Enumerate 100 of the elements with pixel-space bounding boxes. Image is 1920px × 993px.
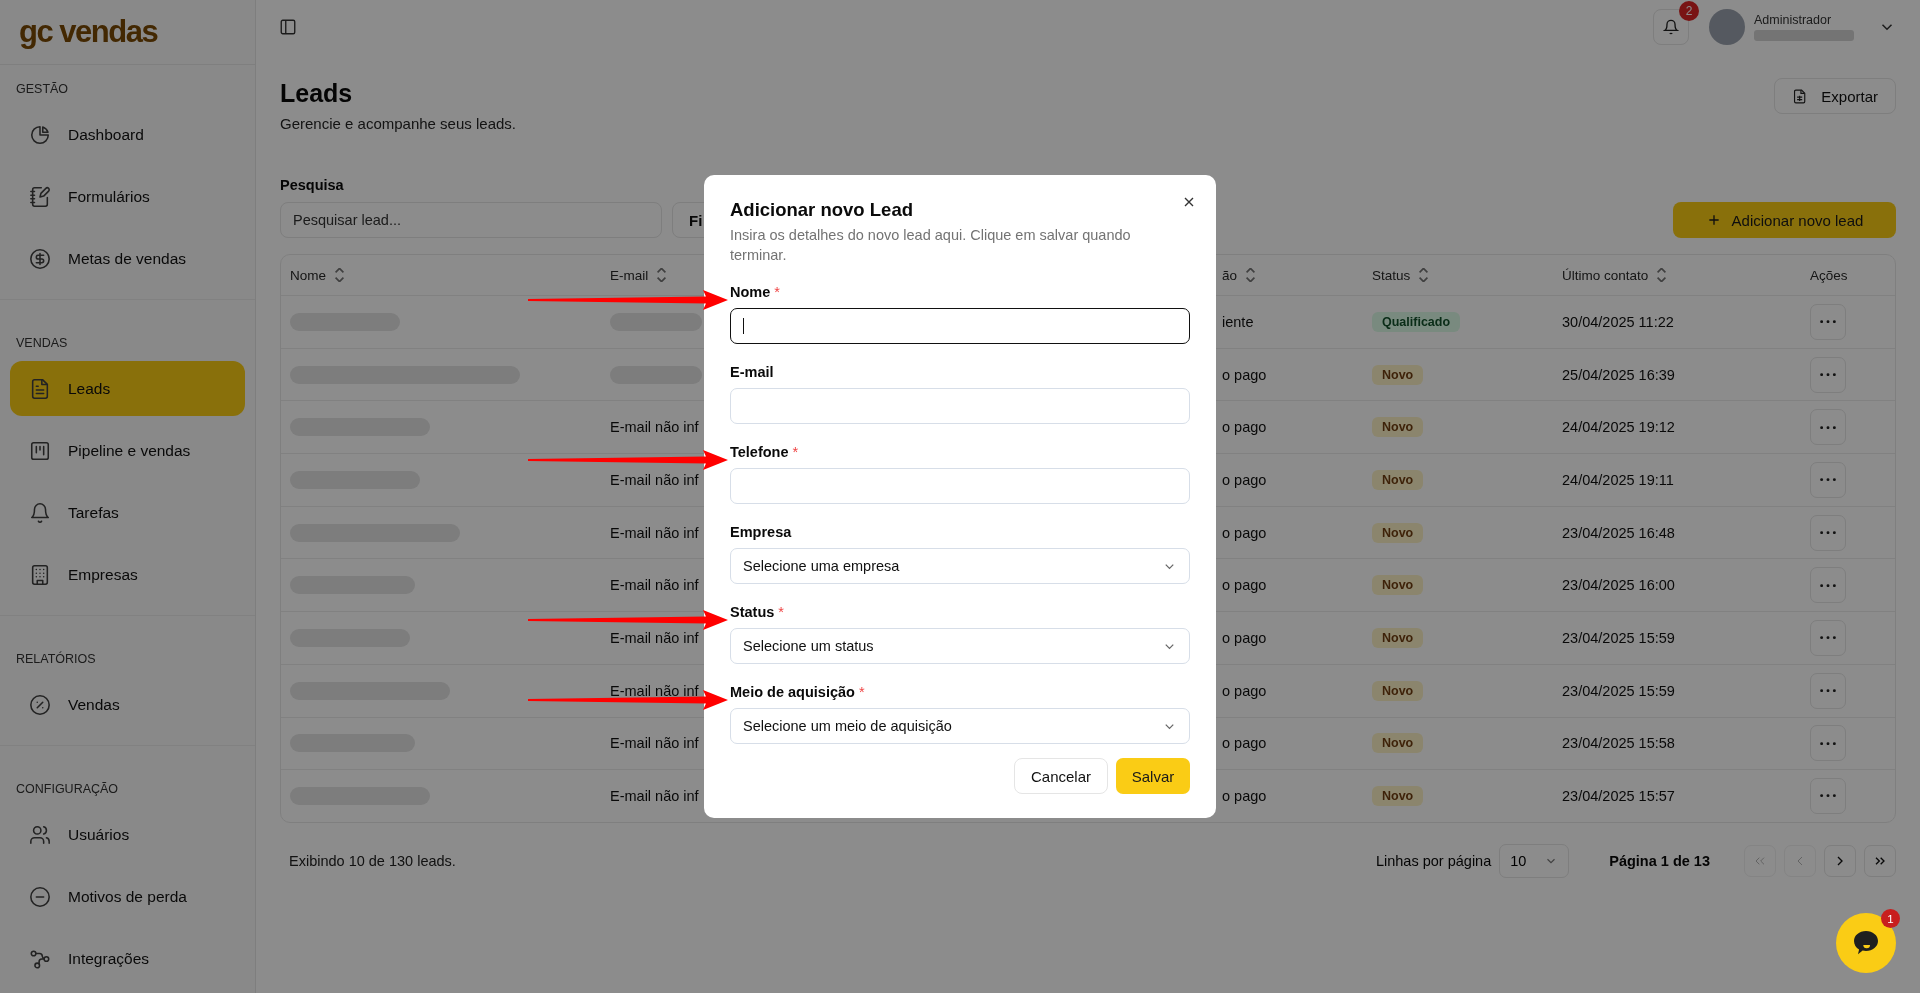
sort-icon	[1246, 268, 1256, 282]
field-label: Empresa	[730, 524, 792, 540]
document-icon	[29, 377, 51, 400]
row-actions-button[interactable]	[1810, 619, 1846, 656]
notification-badge: 1	[1881, 909, 1900, 928]
table-cell: E-mail não inf	[610, 471, 699, 488]
sidebar-item[interactable]: Vendas	[10, 677, 245, 732]
minus-circle-icon	[29, 885, 51, 908]
table-cell: 23/04/2025 15:59	[1562, 629, 1675, 646]
sidebar-item[interactable]: Leads	[10, 361, 245, 416]
column-header: Ações	[1810, 267, 1848, 283]
sidebar-item[interactable]: Usuários	[10, 807, 245, 862]
table-cell: E-mail não inf	[610, 419, 699, 436]
table-cell: o pago	[1222, 629, 1267, 646]
section-title: RELATÓRIOS	[15, 650, 97, 668]
more-icon	[1820, 741, 1836, 745]
cancel-button[interactable]: Cancelar	[1014, 758, 1108, 794]
search-label: Pesquisa	[280, 176, 345, 194]
sidebar-item[interactable]: Pipeline e vendas	[10, 423, 245, 478]
results-summary: Exibindo 10 de 130 leads.	[288, 852, 456, 869]
sidebar-item[interactable]: Metas de vendas	[10, 231, 245, 286]
status-label: Novo	[1372, 469, 1424, 490]
field-label: Status *	[730, 604, 784, 620]
dialog-title: Adicionar novo Lead	[730, 199, 914, 221]
search-field[interactable]: Pesquisar lead...	[280, 202, 662, 238]
table-cell: o pago	[1222, 524, 1267, 541]
more-icon	[1820, 636, 1836, 640]
row-actions-button[interactable]	[1810, 409, 1846, 446]
logo[interactable]: gc vendas	[19, 14, 158, 50]
page-title: Leads	[280, 78, 354, 108]
column-header[interactable]: ão	[1222, 267, 1256, 283]
row-actions-button[interactable]	[1810, 303, 1846, 340]
table-cell: 23/04/2025 16:00	[1562, 577, 1675, 594]
status-label: Novo	[1372, 786, 1424, 807]
table-cell: o pago	[1222, 366, 1267, 383]
rows-per-page-select[interactable]: 10	[1499, 843, 1570, 878]
field-label: Nome *	[730, 284, 780, 300]
more-icon	[1820, 689, 1836, 693]
add-lead-button[interactable]: Adicionar novo lead	[1673, 202, 1896, 238]
table-cell: 24/04/2025 19:12	[1562, 419, 1675, 436]
page-subtitle: Gerencie e acompanhe seus leads.	[280, 114, 516, 134]
bell-icon	[1663, 19, 1679, 35]
dollar-circle-icon	[29, 247, 51, 270]
sidebar-item[interactable]: Formulários	[10, 169, 245, 224]
sort-icon	[1419, 268, 1429, 282]
kanban-icon	[29, 439, 51, 462]
rows-per-page-label: Linhas por página	[1375, 852, 1492, 869]
text-cursor	[743, 318, 744, 334]
status-label: Novo	[1372, 522, 1424, 543]
page-indicator: Página 1 de 13	[1609, 852, 1710, 869]
row-actions-button[interactable]	[1810, 461, 1846, 498]
row-actions-button[interactable]	[1810, 356, 1846, 393]
table-cell: E-mail não inf	[610, 788, 699, 805]
column-header[interactable]: E-mail	[610, 267, 667, 283]
dialog-description: Insira os detalhes do novo lead aqui. Clique em salvar quando terminar.	[730, 226, 1132, 265]
user-role: Administrador	[1754, 13, 1833, 27]
sidebar-item[interactable]: Dashboard	[10, 107, 245, 162]
column-header[interactable]: Nome	[290, 267, 344, 283]
sidebar-toggle-icon[interactable]	[279, 18, 297, 36]
save-button[interactable]: Salvar	[1116, 758, 1190, 794]
row-actions-button[interactable]	[1810, 725, 1846, 762]
table-cell: o pago	[1222, 735, 1267, 752]
column-header[interactable]: Status	[1372, 267, 1429, 283]
table-cell: 23/04/2025 15:57	[1562, 788, 1675, 805]
export-button[interactable]: Exportar	[1774, 78, 1896, 114]
row-actions-button[interactable]	[1810, 567, 1846, 604]
more-icon	[1820, 794, 1836, 798]
sort-icon	[335, 268, 344, 282]
sidebar-item[interactable]: Tarefas	[10, 485, 245, 540]
percent-circle-icon	[29, 693, 51, 716]
row-actions-button[interactable]	[1810, 672, 1846, 709]
pagination-button[interactable]	[1824, 844, 1856, 877]
sidebar-item[interactable]: Motivos de perda	[10, 869, 245, 924]
nodes-icon	[29, 947, 51, 970]
table-cell: o pago	[1222, 682, 1267, 699]
select-field[interactable]: Selecione um meio de aquisição	[730, 708, 1190, 744]
sidebar-item[interactable]: Integrações	[10, 931, 245, 986]
table-cell: 23/04/2025 15:59	[1562, 682, 1675, 699]
sidebar-item[interactable]: Empresas	[10, 547, 245, 602]
status-label: Novo	[1372, 575, 1424, 596]
more-icon	[1820, 425, 1836, 429]
notification-badge: 2	[1679, 1, 1699, 21]
avatar[interactable]	[1709, 9, 1745, 45]
more-icon	[1820, 583, 1836, 587]
select-field[interactable]: Selecione um status	[730, 628, 1190, 664]
select-field[interactable]: Selecione uma empresa	[730, 548, 1190, 584]
section-title: VENDAS	[15, 335, 69, 352]
table-cell: E-mail não inf	[610, 629, 699, 646]
table-cell: o pago	[1222, 577, 1267, 594]
table-cell: 24/04/2025 19:11	[1562, 471, 1674, 488]
table-cell: o pago	[1222, 419, 1267, 436]
bell-icon	[29, 501, 51, 524]
field-label: E-mail	[730, 364, 774, 380]
table-cell: iente	[1222, 313, 1254, 330]
row-actions-button[interactable]	[1810, 514, 1846, 551]
column-header[interactable]: Último contato	[1562, 267, 1667, 283]
text-field[interactable]	[730, 308, 1190, 344]
table-cell: o pago	[1222, 788, 1267, 805]
row-actions-button[interactable]	[1810, 778, 1846, 815]
pagination-button[interactable]	[1864, 844, 1896, 877]
